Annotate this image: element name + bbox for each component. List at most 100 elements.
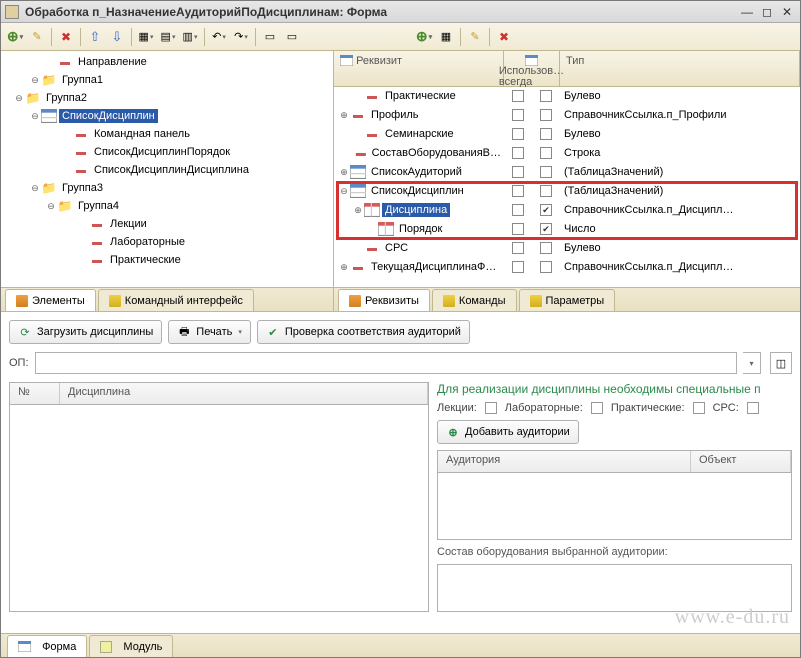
grid-row[interactable]: ▬ Семинарские Булево bbox=[334, 125, 800, 144]
row-toggle[interactable]: ⊖ bbox=[338, 186, 350, 197]
use-checkbox[interactable] bbox=[512, 109, 524, 121]
row-toggle[interactable]: ⊕ bbox=[338, 110, 350, 121]
always-checkbox[interactable]: ✔ bbox=[540, 223, 552, 235]
tab-command-interface[interactable]: Командный интерфейс bbox=[98, 289, 254, 311]
undo-button[interactable]: ↶▾ bbox=[209, 27, 229, 47]
col-use-always[interactable]: Использов… всегда bbox=[504, 51, 560, 86]
always-checkbox[interactable] bbox=[540, 128, 552, 140]
move-down-button[interactable]: ⇩ bbox=[107, 27, 127, 47]
always-checkbox[interactable] bbox=[540, 109, 552, 121]
tab-form[interactable]: Форма bbox=[7, 635, 87, 657]
practical-checkbox[interactable] bbox=[693, 402, 705, 414]
tree-row[interactable]: ⊖ СписокДисциплин bbox=[1, 107, 333, 125]
grid-row[interactable]: ▬ СоставОборудованияВ… Строка bbox=[334, 144, 800, 163]
tree-row[interactable]: ▬ Лабораторные bbox=[1, 233, 333, 251]
layout-button-2[interactable]: ▤▾ bbox=[158, 27, 178, 47]
elements-tree[interactable]: ▬ Направление ⊖ 📁 Группа1 ⊖ 📁 Группа2 ⊖ … bbox=[1, 51, 333, 287]
tree-toggle[interactable]: ⊖ bbox=[29, 183, 41, 194]
labs-checkbox[interactable] bbox=[591, 402, 603, 414]
tree-toggle[interactable]: ⊖ bbox=[29, 111, 41, 122]
add-rooms-button[interactable]: ⊕Добавить аудитории bbox=[437, 420, 579, 444]
print-button[interactable]: 🖶Печать▾ bbox=[168, 320, 251, 344]
tab-parameters[interactable]: Параметры bbox=[519, 289, 616, 311]
delete-attr-button[interactable]: ✖ bbox=[494, 27, 514, 47]
row-toggle[interactable]: ⊕ bbox=[338, 167, 350, 178]
use-checkbox[interactable] bbox=[512, 90, 524, 102]
tree-row[interactable]: ⊖ 📁 Группа3 bbox=[1, 179, 333, 197]
col-number[interactable]: № bbox=[10, 383, 60, 404]
tree-row[interactable]: ▬ СписокДисциплинПорядок bbox=[1, 143, 333, 161]
add-attr-button[interactable]: ⊕▾ bbox=[414, 27, 434, 47]
grid-row[interactable]: ⊕ СписокАудиторий (ТаблицаЗначений) bbox=[334, 163, 800, 182]
tool-button-2[interactable]: ▭ bbox=[282, 27, 302, 47]
op-external-button[interactable]: ◫ bbox=[770, 352, 792, 374]
move-up-button[interactable]: ⇧ bbox=[85, 27, 105, 47]
grid-row[interactable]: Порядок ✔ Число bbox=[334, 220, 800, 239]
tab-attributes[interactable]: Реквизиты bbox=[338, 289, 430, 311]
op-input[interactable] bbox=[35, 352, 737, 374]
delete-button[interactable]: ✖ bbox=[56, 27, 76, 47]
use-checkbox[interactable] bbox=[512, 204, 524, 216]
always-checkbox[interactable] bbox=[540, 147, 552, 159]
tree-row[interactable]: ⊖ 📁 Группа4 bbox=[1, 197, 333, 215]
maximize-button[interactable]: ◻ bbox=[758, 5, 776, 19]
redo-button[interactable]: ↷▾ bbox=[231, 27, 251, 47]
equipment-box[interactable] bbox=[437, 564, 792, 612]
load-disciplines-button[interactable]: ⟳Загрузить дисциплины bbox=[9, 320, 162, 344]
check-rooms-button[interactable]: ✔Проверка соответствия аудиторий bbox=[257, 320, 470, 344]
tab-commands[interactable]: Команды bbox=[432, 289, 517, 311]
tool-button-1[interactable]: ▭ bbox=[260, 27, 280, 47]
grid-row[interactable]: ▬ СРС Булево bbox=[334, 239, 800, 258]
col-type[interactable]: Тип bbox=[560, 51, 800, 86]
grid-row[interactable]: ⊖ СписокДисциплин (ТаблицаЗначений) bbox=[334, 182, 800, 201]
tab-elements[interactable]: Элементы bbox=[5, 289, 96, 311]
col-object[interactable]: Объект bbox=[691, 451, 791, 472]
minimize-button[interactable]: — bbox=[738, 5, 756, 19]
always-checkbox[interactable] bbox=[540, 166, 552, 178]
tree-row[interactable]: ▬ Лекции bbox=[1, 215, 333, 233]
use-checkbox[interactable] bbox=[512, 242, 524, 254]
row-toggle[interactable]: ⊕ bbox=[352, 205, 364, 216]
rooms-table[interactable]: Аудитория Объект bbox=[437, 450, 792, 540]
always-checkbox[interactable]: ✔ bbox=[540, 204, 552, 216]
tree-row[interactable]: ▬ СписокДисциплинДисциплина bbox=[1, 161, 333, 179]
tree-toggle[interactable]: ⊖ bbox=[45, 201, 57, 212]
use-checkbox[interactable] bbox=[512, 223, 524, 235]
add-button[interactable]: ⊕▾ bbox=[5, 27, 25, 47]
row-toggle[interactable]: ⊕ bbox=[338, 262, 350, 273]
layout-button-1[interactable]: ▦▾ bbox=[136, 27, 156, 47]
tree-row[interactable]: ⊖ 📁 Группа1 bbox=[1, 71, 333, 89]
tree-toggle[interactable]: ⊖ bbox=[29, 75, 41, 86]
grid-row[interactable]: ▬ Практические Булево bbox=[334, 87, 800, 106]
grid-row[interactable]: ⊕ ▬ Профиль СправочникСсылка.п_Профили bbox=[334, 106, 800, 125]
use-checkbox[interactable] bbox=[512, 128, 524, 140]
add-col-button[interactable]: ▦ bbox=[436, 27, 456, 47]
tree-row[interactable]: ▬ Командная панель bbox=[1, 125, 333, 143]
always-checkbox[interactable] bbox=[540, 242, 552, 254]
lectures-checkbox[interactable] bbox=[485, 402, 497, 414]
grid-row[interactable]: ⊕ ▬ ТекущаяДисциплинаФ… СправочникСсылка… bbox=[334, 258, 800, 277]
use-checkbox[interactable] bbox=[512, 261, 524, 273]
always-checkbox[interactable] bbox=[540, 90, 552, 102]
layout-button-3[interactable]: ▥▾ bbox=[180, 27, 200, 47]
tree-row[interactable]: ⊖ 📁 Группа2 bbox=[1, 89, 333, 107]
op-dropdown[interactable]: ▾ bbox=[743, 352, 761, 374]
tree-row[interactable]: ▬ Практические bbox=[1, 251, 333, 269]
tree-toggle[interactable]: ⊖ bbox=[13, 93, 25, 104]
close-button[interactable]: ✕ bbox=[778, 5, 796, 19]
srs-checkbox[interactable] bbox=[747, 402, 759, 414]
always-checkbox[interactable] bbox=[540, 185, 552, 197]
always-checkbox[interactable] bbox=[540, 261, 552, 273]
col-discipline[interactable]: Дисциплина bbox=[60, 383, 428, 404]
edit-attr-button[interactable]: ✎ bbox=[465, 27, 485, 47]
use-checkbox[interactable] bbox=[512, 166, 524, 178]
edit-button[interactable]: ✎ bbox=[27, 27, 47, 47]
use-checkbox[interactable] bbox=[512, 147, 524, 159]
col-attribute[interactable]: Реквизит bbox=[334, 51, 504, 86]
disciplines-table[interactable]: № Дисциплина bbox=[9, 382, 429, 612]
tab-module[interactable]: Модуль bbox=[89, 635, 173, 657]
tree-row[interactable]: ▬ Направление bbox=[1, 53, 333, 71]
attr-grid[interactable]: ▬ Практические Булево ⊕ ▬ Профиль Справо… bbox=[334, 87, 800, 287]
grid-row[interactable]: ⊕ Дисциплина ✔ СправочникСсылка.п_Дисцип… bbox=[334, 201, 800, 220]
use-checkbox[interactable] bbox=[512, 185, 524, 197]
